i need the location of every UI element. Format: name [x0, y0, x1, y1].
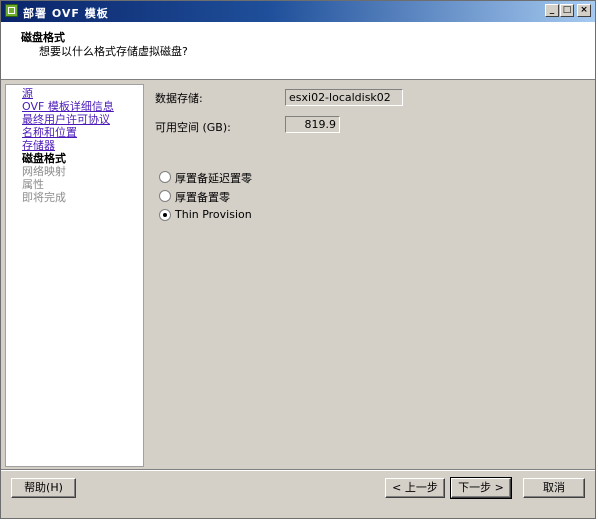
wizard-header: 磁盘格式 想要以什么格式存储虚拟磁盘? — [1, 22, 595, 80]
step-ready-to-complete: 即将完成 — [22, 191, 66, 204]
radio-thick-eager-zeroed[interactable] — [159, 190, 171, 202]
title-bar[interactable]: 部署 OVF 模板 _ □ × — [1, 1, 595, 22]
minimize-button[interactable]: _ — [545, 4, 559, 17]
radio-thick-lazy-zeroed[interactable] — [159, 171, 171, 183]
datastore-field: esxi02-localdisk02 — [285, 89, 403, 106]
window-title: 部署 OVF 模板 — [23, 7, 109, 20]
disk-format-form: 数据存储: esxi02-localdisk02 可用空间 (GB): 819.… — [146, 84, 592, 467]
back-button[interactable]: < 上一步 — [385, 478, 445, 498]
step-properties: 属性 — [22, 178, 44, 191]
step-eula[interactable]: 最终用户许可协议 — [6, 113, 143, 126]
next-button[interactable]: 下一步 > — [450, 477, 512, 499]
step-name-location[interactable]: 名称和位置 — [6, 126, 143, 139]
radio-label: Thin Provision — [175, 208, 252, 221]
cancel-button[interactable]: 取消 — [523, 478, 585, 498]
free-space-label: 可用空间 (GB): — [155, 121, 231, 134]
step-storage[interactable]: 存储器 — [6, 139, 143, 152]
datastore-label: 数据存储: — [155, 92, 203, 105]
radio-thin-provision[interactable] — [159, 209, 171, 221]
step-source[interactable]: 源 — [6, 87, 143, 100]
step-disk-format: 磁盘格式 — [22, 152, 66, 165]
page-subtitle: 想要以什么格式存储虚拟磁盘? — [39, 45, 188, 58]
radio-label: 厚置备置零 — [175, 191, 230, 204]
footer-divider — [1, 469, 595, 471]
maximize-button[interactable]: □ — [560, 4, 574, 17]
step-ovf-details[interactable]: OVF 模板详细信息 — [6, 100, 143, 113]
deploy-ovf-window: 部署 OVF 模板 _ □ × 磁盘格式 想要以什么格式存储虚拟磁盘? 源 OV… — [0, 0, 596, 519]
step-network-mapping: 网络映射 — [22, 165, 66, 178]
free-space-field: 819.9 — [285, 116, 340, 133]
help-button[interactable]: 帮助(H) — [11, 478, 76, 498]
radio-label: 厚置备延迟置零 — [175, 172, 252, 185]
close-button[interactable]: × — [577, 4, 591, 17]
wizard-steps-panel: 源 OVF 模板详细信息 最终用户许可协议 名称和位置 存储器 磁盘格式 网络映… — [5, 84, 144, 467]
app-icon — [5, 4, 18, 17]
